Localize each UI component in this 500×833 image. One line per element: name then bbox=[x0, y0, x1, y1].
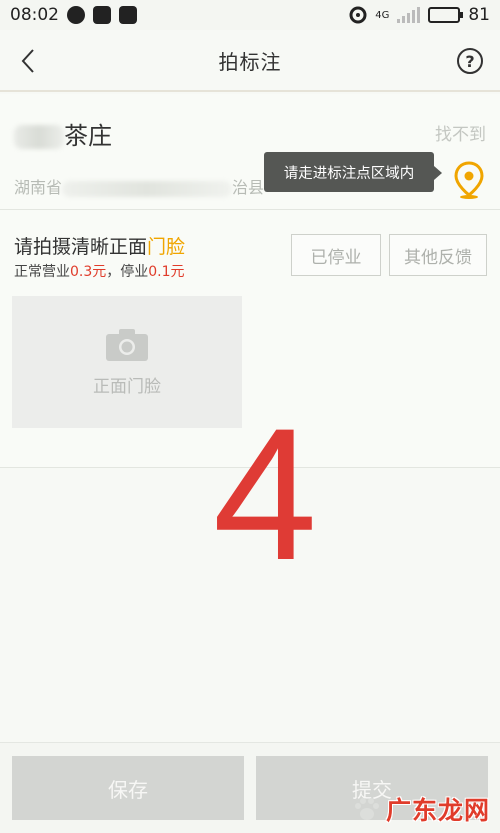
poi-address: 湖南省 治县 bbox=[14, 174, 264, 198]
watermark: 广东龙网 bbox=[352, 791, 490, 827]
poi-name-text: 茶庄 bbox=[64, 122, 112, 150]
page-title: 拍标注 bbox=[218, 49, 282, 74]
save-button[interactable]: 保存 bbox=[12, 756, 244, 820]
signal-icon bbox=[397, 7, 421, 23]
help-icon: ? bbox=[465, 51, 475, 71]
photo-placeholder-label: 正面门脸 bbox=[93, 376, 161, 397]
help-button[interactable]: ? bbox=[457, 48, 483, 74]
battery-icon bbox=[428, 7, 464, 23]
price-separator: ，停业 bbox=[106, 264, 149, 280]
chevron-left-icon bbox=[21, 49, 34, 73]
photo-title-highlight: 门脸 bbox=[147, 236, 186, 258]
location-tooltip: 请走进标注点区域内 bbox=[264, 152, 442, 192]
notification-icon bbox=[93, 6, 111, 24]
paw-icon bbox=[354, 798, 379, 820]
redacted-name bbox=[14, 125, 64, 149]
not-found-link[interactable]: 找不到 bbox=[435, 120, 486, 145]
status-time: 08:02 bbox=[10, 5, 59, 25]
address-prefix: 湖南省 bbox=[14, 178, 63, 197]
status-left: 08:02 bbox=[10, 5, 137, 25]
price-info: 正常营业0.3元，停业0.1元 bbox=[14, 261, 185, 281]
price-a-label: 正常营业 bbox=[14, 264, 70, 280]
message-icon bbox=[67, 6, 85, 24]
price-b-value: 0.1元 bbox=[148, 264, 185, 280]
nav-bar: 拍标注 ? bbox=[0, 30, 500, 92]
feedback-button[interactable]: 其他反馈 bbox=[389, 234, 487, 276]
closed-button[interactable]: 已停业 bbox=[291, 234, 381, 276]
status-right: 4G 81 bbox=[349, 5, 490, 25]
redacted-address bbox=[62, 180, 233, 197]
photo-title-text: 请拍摄清晰正面 bbox=[14, 236, 148, 258]
mail-icon bbox=[119, 6, 137, 24]
poi-section: 茶庄 找不到 湖南省 治县 请走进标注点区域内 bbox=[0, 94, 500, 210]
status-bar: 08:02 4G 81 bbox=[0, 0, 500, 30]
battery-percent: 81 bbox=[468, 5, 490, 25]
step-number-overlay: 4 bbox=[212, 389, 318, 599]
network-label: 4G bbox=[375, 9, 390, 21]
poi-name: 茶庄 bbox=[14, 116, 112, 151]
rotate-icon bbox=[349, 6, 367, 24]
back-button[interactable] bbox=[14, 46, 42, 76]
photo-instruction: 请拍摄清晰正面门脸 bbox=[14, 232, 185, 259]
price-a-value: 0.3元 bbox=[70, 264, 107, 280]
location-pin-icon[interactable] bbox=[452, 160, 486, 200]
watermark-text: 广东龙网 bbox=[385, 796, 490, 825]
tooltip-text: 请走进标注点区域内 bbox=[283, 165, 415, 182]
camera-icon bbox=[106, 328, 148, 361]
address-suffix: 治县 bbox=[232, 178, 265, 197]
